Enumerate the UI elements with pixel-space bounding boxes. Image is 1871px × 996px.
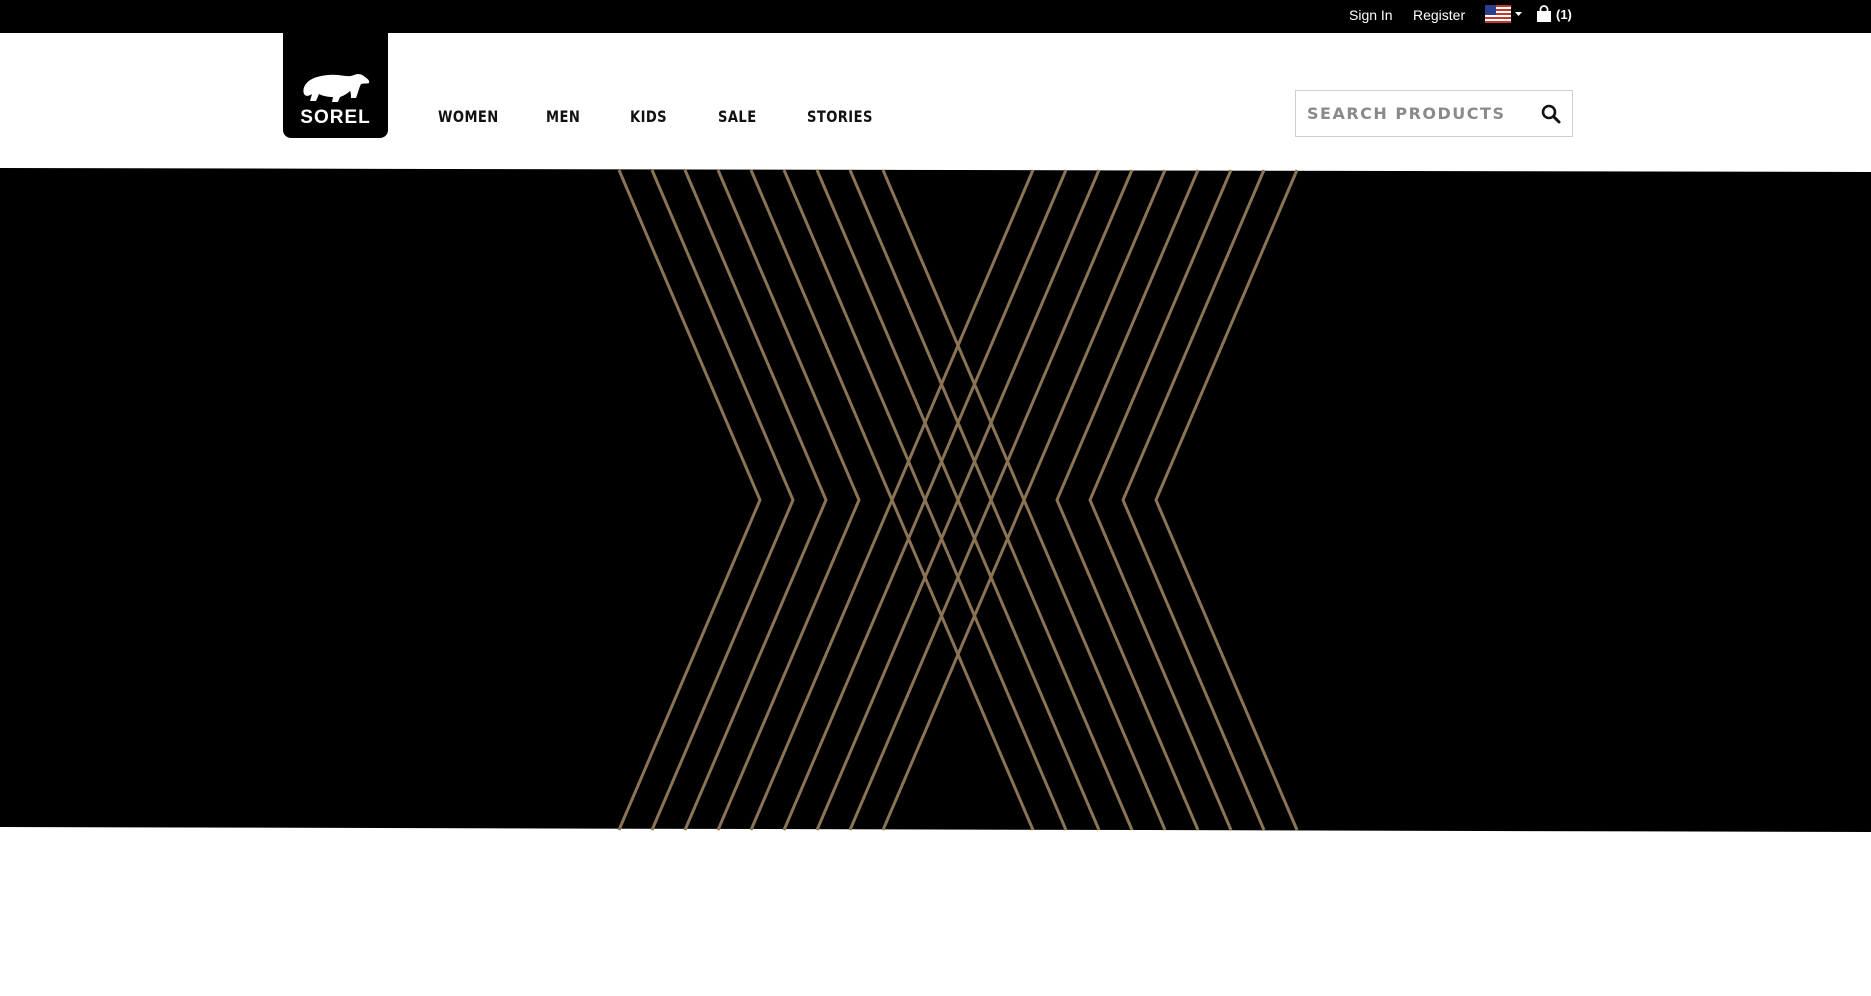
us-flag-icon — [1485, 5, 1522, 23]
hero-background — [0, 168, 1871, 832]
sorel-logo[interactable]: SOREL — [283, 33, 388, 138]
utility-bar: Sign In Register (1) — [0, 0, 1871, 33]
register-link[interactable]: Register — [1413, 7, 1465, 23]
polar-bear-icon — [303, 73, 370, 102]
sign-in-link[interactable]: Sign In — [1349, 7, 1393, 23]
cart-count: (1) — [1556, 7, 1572, 22]
search-icon[interactable] — [1540, 103, 1562, 125]
country-selector[interactable] — [1485, 5, 1523, 23]
logo-text: SOREL — [300, 107, 371, 128]
chevron-down-icon — [1515, 12, 1522, 16]
hero-banner — [0, 168, 1871, 832]
search-input[interactable] — [1296, 91, 1547, 136]
search-box — [1295, 90, 1573, 137]
shopping-bag-icon — [1537, 5, 1551, 22]
nav-item-kids[interactable]: KIDS — [630, 107, 667, 126]
nav-item-men[interactable]: MEN — [546, 107, 580, 126]
nav-item-women[interactable]: WOMEN — [438, 107, 499, 126]
nav-item-stories[interactable]: STORIES — [807, 107, 873, 126]
nav-item-sale[interactable]: SALE — [718, 107, 757, 126]
